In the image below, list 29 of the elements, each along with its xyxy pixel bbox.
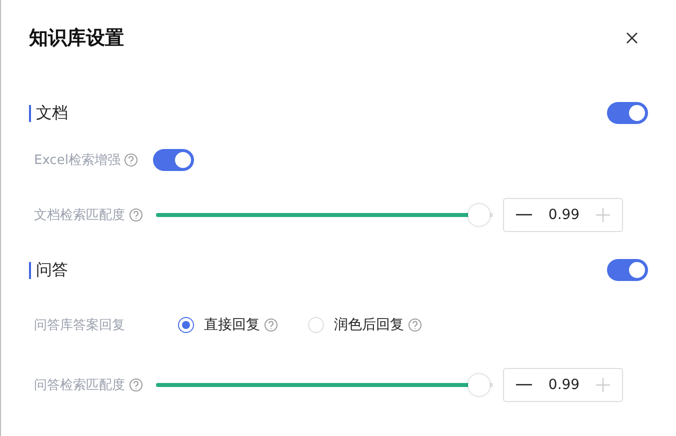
help-icon[interactable] [129,378,143,392]
help-icon[interactable] [408,318,422,332]
section-marker [29,262,31,278]
toggle-switch[interactable] [153,149,194,171]
stepper-value: 0.99 [548,377,580,393]
section-marker [29,104,31,122]
radio-label[interactable]: 直接回复 [204,316,260,334]
section-title: 问答 [36,260,69,280]
radio-button[interactable] [178,317,194,333]
number-stepper[interactable]: 0.99 [503,368,623,402]
setting-label: 文档检索匹配度 [34,207,125,224]
toggle-switch[interactable] [607,259,648,281]
setting-label: 问答库答案回复 [34,317,126,334]
close-icon[interactable] [626,32,638,44]
setting-label: Excel检索增强 [34,152,120,169]
minus-icon[interactable] [516,214,532,216]
section-title: 文档 [36,102,69,124]
number-stepper[interactable]: 0.99 [503,198,623,232]
toggle-switch[interactable] [607,102,648,124]
slider-thumb[interactable] [468,204,490,226]
dialog-title: 知识库设置 [29,26,124,51]
help-icon[interactable] [129,208,143,222]
minus-icon[interactable] [516,384,532,386]
stepper-value: 0.99 [548,207,580,223]
slider-thumb[interactable] [468,374,490,396]
help-icon[interactable] [124,153,138,167]
help-icon[interactable] [264,318,278,332]
setting-label: 问答检索匹配度 [34,377,125,394]
radio-label[interactable]: 润色后回复 [334,316,404,334]
